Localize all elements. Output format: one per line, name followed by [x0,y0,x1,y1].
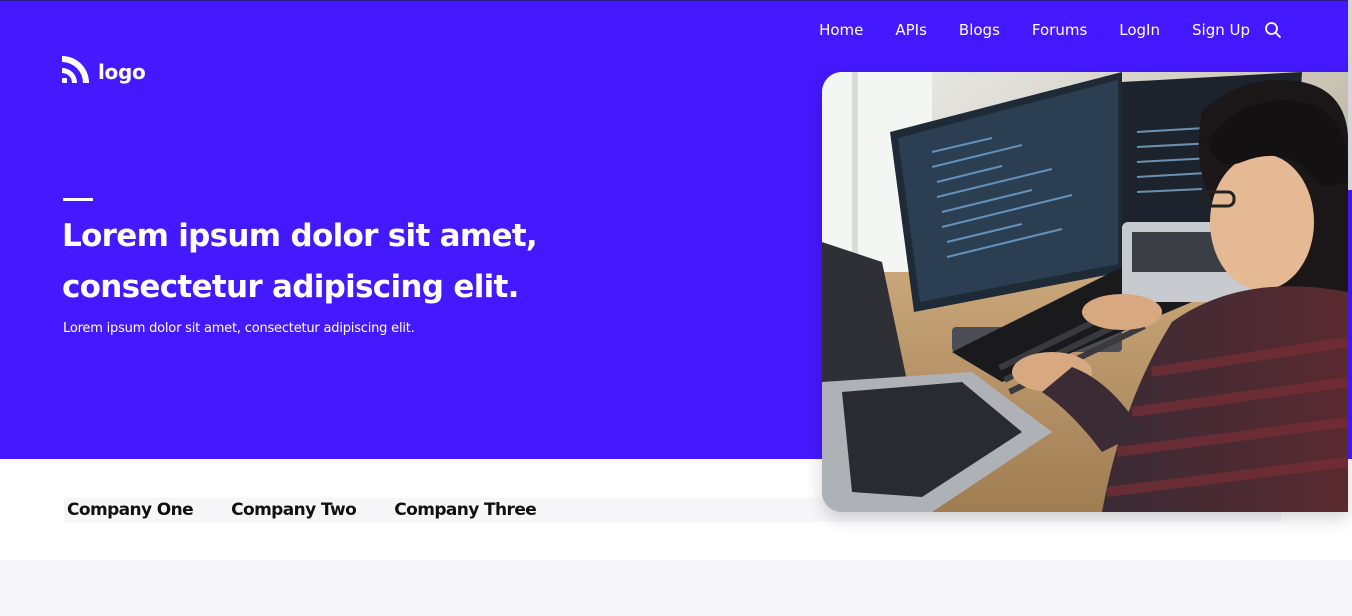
title-accent-line [63,198,93,201]
hero-image [822,72,1348,512]
nav-apis[interactable]: APIs [895,19,927,41]
company-two: Company Two [231,500,357,520]
logo[interactable]: logo [62,56,146,87]
page-scrollbar[interactable] [1348,0,1352,190]
main-nav: Home APIs Blogs Forums LogIn Sign Up [819,19,1282,41]
rss-feed-icon [62,56,91,87]
nav-blogs[interactable]: Blogs [959,19,1000,41]
hero-title-line-1: Lorem ipsum dolor sit amet, [62,218,538,254]
hero-title: Lorem ipsum dolor sit amet, consectetur … [62,211,622,313]
hero-subtitle: Lorem ipsum dolor sit amet, consectetur … [63,321,415,336]
nav-forums[interactable]: Forums [1032,19,1087,41]
search-icon[interactable] [1264,21,1282,39]
company-one: Company One [67,500,194,520]
hero-title-line-2: consectetur adipiscing elit. [62,269,519,305]
nav-login[interactable]: LogIn [1119,19,1160,41]
nav-home[interactable]: Home [819,19,863,41]
company-three: Company Three [394,500,537,520]
logo-text: logo [98,59,146,84]
nav-signup[interactable]: Sign Up [1192,19,1250,41]
